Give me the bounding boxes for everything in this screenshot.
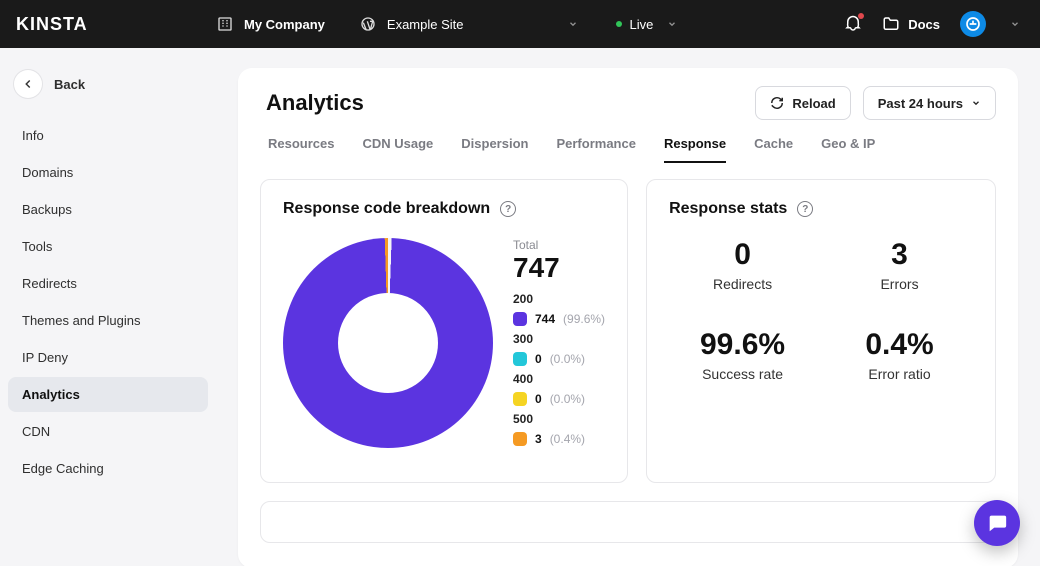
tab-dispersion[interactable]: Dispersion [461, 136, 528, 163]
swatch [513, 312, 527, 326]
legend-row: 3 (0.4%) [513, 432, 605, 446]
sidebar-item-ipdeny[interactable]: IP Deny [8, 340, 208, 375]
total-value: 747 [513, 252, 605, 284]
stat-error-ratio: 0.4% Error ratio [826, 328, 973, 382]
page-header: Analytics Reload Past 24 hours [260, 86, 996, 120]
top-bar: KINSTA My Company Example Site Live Docs [0, 0, 1040, 48]
response-stats-panel: Response stats ? 0 Redirects 3 Errors [646, 179, 996, 483]
back-row: Back [8, 62, 208, 118]
chart-legend: Total 747 200 744 (99.6%) 300 [513, 238, 605, 452]
reload-button[interactable]: Reload [755, 86, 850, 120]
folder-icon [882, 15, 900, 33]
brand-logo[interactable]: KINSTA [16, 14, 216, 35]
chevron-down-icon [971, 98, 981, 108]
live-status-dot [616, 21, 622, 27]
legend-code: 400 [513, 372, 605, 386]
swatch [513, 352, 527, 366]
timerange-selector[interactable]: Past 24 hours [863, 86, 996, 120]
tab-performance[interactable]: Performance [556, 136, 635, 163]
tab-response[interactable]: Response [664, 136, 726, 163]
tabs: Resources CDN Usage Dispersion Performan… [268, 136, 996, 163]
legend-row: 0 (0.0%) [513, 352, 605, 366]
sidebar-item-themes[interactable]: Themes and Plugins [8, 303, 208, 338]
legend-row: 744 (99.6%) [513, 312, 605, 326]
site-selector[interactable]: Example Site [387, 17, 464, 32]
chat-fab[interactable] [974, 500, 1020, 546]
tab-resources[interactable]: Resources [268, 136, 334, 163]
tab-geoip[interactable]: Geo & IP [821, 136, 875, 163]
docs-link[interactable]: Docs [882, 15, 940, 33]
tab-cache[interactable]: Cache [754, 136, 793, 163]
chevron-down-icon[interactable] [663, 15, 681, 33]
page-title: Analytics [266, 90, 364, 116]
stat-redirects: 0 Redirects [669, 238, 816, 292]
sidebar-item-cdn[interactable]: CDN [8, 414, 208, 449]
tab-cdnusage[interactable]: CDN Usage [362, 136, 433, 163]
back-button[interactable] [14, 70, 42, 98]
legend-code: 300 [513, 332, 605, 346]
stat-errors: 3 Errors [826, 238, 973, 292]
notifications-button[interactable] [844, 15, 862, 33]
wordpress-icon [359, 15, 377, 33]
chevron-down-icon[interactable] [1006, 15, 1024, 33]
swatch [513, 392, 527, 406]
swatch [513, 432, 527, 446]
back-label: Back [54, 77, 85, 92]
sidebar-item-edge[interactable]: Edge Caching [8, 451, 208, 486]
donut-chart [283, 238, 493, 448]
env-selector[interactable]: Live [616, 17, 654, 32]
legend-row: 0 (0.0%) [513, 392, 605, 406]
sidebar-item-analytics[interactable]: Analytics [8, 377, 208, 412]
secondary-panel [260, 501, 996, 543]
sidebar: Back Info Domains Backups Tools Redirect… [0, 48, 216, 566]
chevron-down-icon[interactable] [564, 15, 582, 33]
panel-title-text: Response code breakdown [283, 200, 490, 218]
help-icon[interactable]: ? [500, 201, 516, 217]
help-icon[interactable]: ? [797, 201, 813, 217]
notification-badge [858, 13, 864, 19]
top-right-actions: Docs [844, 11, 1024, 37]
legend-code: 200 [513, 292, 605, 306]
user-avatar[interactable] [960, 11, 986, 37]
main-content: Analytics Reload Past 24 hours Resources… [216, 48, 1040, 566]
response-breakdown-panel: Response code breakdown ? Total 747 200 … [260, 179, 628, 483]
company-selector[interactable]: My Company [244, 17, 325, 32]
company-icon [216, 15, 234, 33]
sidebar-item-info[interactable]: Info [8, 118, 208, 153]
sidebar-item-domains[interactable]: Domains [8, 155, 208, 190]
panel-title-text: Response stats [669, 200, 787, 218]
breadcrumb: My Company Example Site Live [216, 15, 844, 33]
stat-success: 99.6% Success rate [669, 328, 816, 382]
sidebar-item-backups[interactable]: Backups [8, 192, 208, 227]
sidebar-item-tools[interactable]: Tools [8, 229, 208, 264]
sidebar-item-redirects[interactable]: Redirects [8, 266, 208, 301]
total-label: Total [513, 238, 605, 252]
reload-icon [770, 96, 784, 110]
legend-code: 500 [513, 412, 605, 426]
